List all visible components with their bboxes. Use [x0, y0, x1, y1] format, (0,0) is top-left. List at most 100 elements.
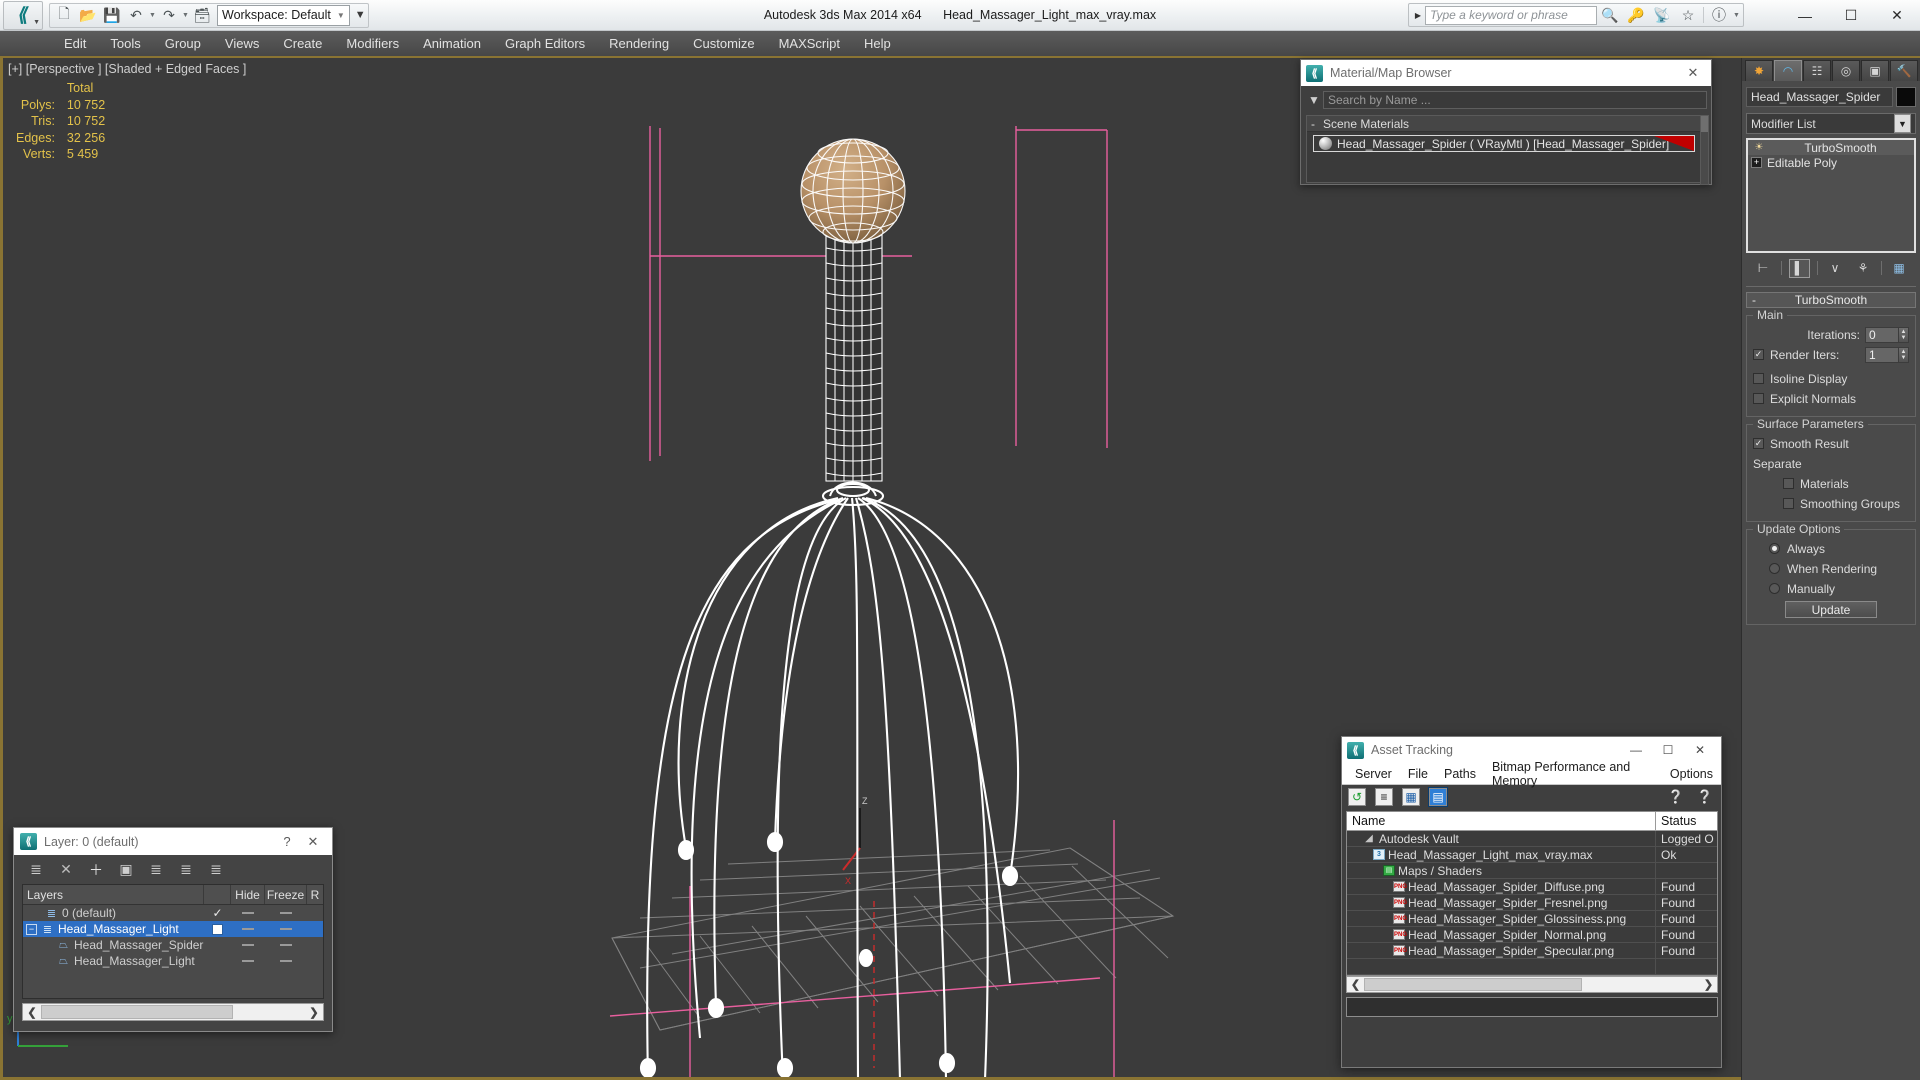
manually-radio[interactable] — [1769, 583, 1780, 594]
maximize-button[interactable]: ☐ — [1652, 738, 1684, 762]
layer-dialog[interactable]: ⟪ Layer: 0 (default) ? ✕ ≣ ✕ ＋ ▣ ≣ ≣ ≣ L… — [13, 827, 333, 1032]
lightbulb-icon[interactable]: ☀ — [1751, 142, 1767, 153]
when-rendering-radio[interactable] — [1769, 563, 1780, 574]
smooth-result-row[interactable]: ✓ Smooth Result — [1753, 435, 1909, 452]
asset-row-maps-shaders[interactable]: ▤ Maps / Shaders — [1347, 863, 1717, 879]
menu-help[interactable]: Help — [852, 31, 903, 57]
scrollbar-thumb[interactable] — [41, 1005, 233, 1019]
add-layer-icon[interactable]: ＋ — [86, 860, 106, 880]
menu-options[interactable]: Options — [1662, 767, 1721, 781]
scene-materials-group[interactable]: - Scene Materials — [1307, 116, 1707, 132]
when-rendering-option-row[interactable]: When Rendering — [1753, 560, 1909, 577]
minimize-button[interactable]: — — [1620, 738, 1652, 762]
material-list-item[interactable]: Head_Massager_Spider ( VRayMtl ) [Head_M… — [1313, 135, 1695, 152]
layer-properties-icon[interactable]: ≣ — [206, 860, 226, 880]
asset-row-glossiness-png[interactable]: PNG Head_Massager_Spider_Glossiness.png … — [1347, 911, 1717, 927]
chevron-down-icon[interactable]: ▼ — [1894, 114, 1911, 133]
refresh-icon[interactable]: ↺ — [1348, 788, 1366, 806]
smoothing-groups-row[interactable]: Smoothing Groups — [1753, 495, 1909, 512]
isoline-display-checkbox[interactable] — [1753, 373, 1764, 384]
hide-toggle[interactable] — [231, 960, 265, 962]
turbosmooth-rollout[interactable]: - TurboSmooth Main Iterations: 0 ▲ ▼ ✓ Re… — [1746, 292, 1916, 625]
render-iters-spinner[interactable]: 1 ▲ ▼ — [1865, 346, 1909, 363]
active-layer-check[interactable]: ✓ — [204, 906, 231, 920]
smoothing-groups-checkbox[interactable] — [1783, 498, 1794, 509]
menu-file[interactable]: File — [1400, 767, 1436, 781]
new-file-icon[interactable]: 🗋 — [52, 5, 76, 26]
layer-row-head-massager-light[interactable]: − ≣ Head_Massager_Light — [23, 921, 323, 937]
freeze-toggle[interactable] — [265, 928, 307, 930]
help-dropdown-caret[interactable]: ▼ — [1732, 12, 1741, 19]
detail-view-icon[interactable]: ▦ — [1402, 788, 1420, 806]
material-browser-list[interactable]: - Scene Materials Head_Massager_Spider (… — [1306, 115, 1709, 185]
workspace-selector[interactable]: Workspace: Default ▼ — [217, 4, 350, 26]
new-layer-icon[interactable]: ≣ — [26, 860, 46, 880]
scrollbar-thumb[interactable] — [1701, 116, 1708, 132]
always-radio[interactable] — [1769, 543, 1780, 554]
scroll-left-icon[interactable]: ❮ — [1347, 978, 1364, 991]
active-layer-check[interactable] — [204, 923, 231, 935]
scrollbar-thumb[interactable] — [1364, 978, 1582, 991]
close-button[interactable]: ✕ — [1680, 65, 1706, 81]
minimize-button[interactable]: — — [1782, 0, 1828, 31]
logo-dropdown-caret[interactable]: ▼ — [33, 19, 40, 26]
material-search-input[interactable]: Search by Name ... — [1323, 91, 1707, 109]
asset-row-autodesk-vault[interactable]: ◢ Autodesk Vault Logged O — [1347, 831, 1717, 847]
explicit-normals-checkbox[interactable] — [1753, 393, 1764, 404]
menu-customize[interactable]: Customize — [681, 31, 766, 57]
layer-list[interactable]: Layers Hide Freeze R ≣ 0 (default) ✓ − ≣… — [22, 884, 324, 999]
configure-modifier-sets-icon[interactable]: ▦ — [1889, 259, 1910, 278]
menu-create[interactable]: Create — [271, 31, 334, 57]
scroll-right-icon[interactable]: ❯ — [1700, 978, 1717, 991]
save-file-icon[interactable]: 💾 — [100, 5, 124, 26]
spinner-arrows-icon[interactable]: ▲ ▼ — [1899, 346, 1909, 363]
scroll-right-icon[interactable]: ❯ — [305, 1006, 323, 1019]
help-button[interactable]: ? — [274, 834, 300, 849]
dish-icon[interactable]: 📡 — [1649, 5, 1675, 26]
layer-horizontal-scrollbar[interactable]: ❮ ❯ — [22, 1003, 324, 1021]
asset-horizontal-scrollbar[interactable]: ❮ ❯ — [1346, 976, 1718, 993]
show-end-result-icon[interactable]: ▌ — [1788, 258, 1810, 278]
manually-option-row[interactable]: Manually — [1753, 580, 1909, 597]
pin-stack-icon[interactable]: ⊢ — [1753, 259, 1774, 278]
menu-paths[interactable]: Paths — [1436, 767, 1484, 781]
viewport-label[interactable]: [+] [Perspective ] [Shaded + Edged Faces… — [8, 62, 246, 76]
menu-modifiers[interactable]: Modifiers — [334, 31, 411, 57]
asset-row-max-file[interactable]: 3 Head_Massager_Light_max_vray.max Ok — [1347, 847, 1717, 863]
modifier-stack-item-editable-poly[interactable]: + Editable Poly — [1748, 155, 1914, 170]
filter-funnel-icon[interactable]: ▼ — [1305, 93, 1323, 107]
group-collapse-icon[interactable]: - — [1311, 117, 1315, 131]
maximize-button[interactable]: ☐ — [1828, 0, 1874, 31]
freeze-toggle[interactable] — [265, 944, 307, 946]
menu-views[interactable]: Views — [213, 31, 271, 57]
material-vertical-scrollbar[interactable] — [1700, 115, 1709, 185]
hide-toggle[interactable] — [231, 944, 265, 946]
add-selection-to-layer-icon[interactable]: ≣ — [146, 860, 166, 880]
project-folder-icon[interactable]: 🗃 — [190, 5, 214, 26]
close-button[interactable]: ✕ — [300, 834, 326, 850]
expand-collapse-icon[interactable]: − — [26, 923, 37, 935]
rollout-collapse-icon[interactable]: - — [1752, 293, 1756, 307]
motion-tab[interactable]: ◎ — [1832, 60, 1860, 81]
explicit-normals-row[interactable]: Explicit Normals — [1753, 390, 1909, 407]
turbosmooth-rollout-header[interactable]: - TurboSmooth — [1746, 292, 1916, 308]
materials-checkbox[interactable] — [1783, 478, 1794, 489]
undo-dropdown-caret[interactable]: ▼ — [148, 12, 157, 19]
object-color-swatch[interactable] — [1896, 87, 1916, 107]
object-name-field[interactable]: Head_Massager_Spider — [1746, 87, 1893, 107]
key-icon[interactable]: 🔑 — [1623, 5, 1649, 26]
undo-icon[interactable]: ↶ — [124, 5, 148, 26]
freeze-toggle[interactable] — [265, 960, 307, 962]
list-view-icon[interactable]: ≡ — [1375, 788, 1393, 806]
layer-row-default[interactable]: ≣ 0 (default) ✓ — [23, 905, 323, 921]
asset-row-specular-png[interactable]: PNG Head_Massager_Spider_Specular.png Fo… — [1347, 943, 1717, 959]
search-input[interactable]: Type a keyword or phrase — [1425, 5, 1597, 25]
delete-layer-icon[interactable]: ✕ — [56, 860, 76, 880]
command-panel[interactable]: ✸ ◠ ☷ ◎ ▣ 🔨 Head_Massager_Spider Modifie… — [1741, 58, 1920, 1080]
menu-tools[interactable]: Tools — [98, 31, 152, 57]
remove-modifier-icon[interactable]: ⚘ — [1853, 259, 1874, 278]
workspace-menu-icon[interactable]: ▼ — [355, 9, 366, 21]
grid-view-icon[interactable]: ▤ — [1428, 787, 1448, 807]
expand-plus-icon[interactable]: + — [1751, 157, 1762, 168]
iterations-spinner[interactable]: 0 ▲ ▼ — [1865, 326, 1909, 343]
